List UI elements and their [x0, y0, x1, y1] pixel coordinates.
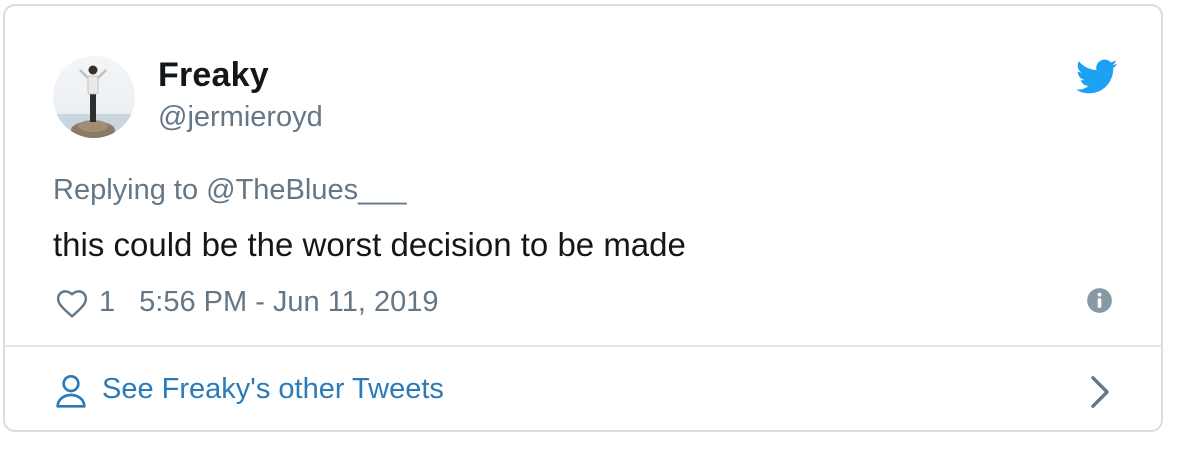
like-count: 1: [99, 285, 116, 318]
see-other-tweets-button[interactable]: See Freaky's other Tweets: [5, 347, 1161, 432]
see-other-tweets-link[interactable]: See Freaky's other Tweets: [102, 373, 444, 406]
tweet-timestamp[interactable]: 5:56 PM - Jun 11, 2019: [139, 286, 438, 319]
person-icon: [56, 375, 86, 408]
avatar[interactable]: [53, 56, 135, 138]
info-icon[interactable]: [1086, 287, 1113, 314]
twitter-bird-icon[interactable]: [1076, 59, 1118, 95]
tweet-card: Freaky @jermieroyd Replying to @TheBlues…: [3, 4, 1163, 432]
tweet-text: this could be the worst decision to be m…: [53, 226, 686, 263]
author-name[interactable]: Freaky: [158, 56, 269, 95]
heart-icon[interactable]: [53, 285, 91, 319]
tweet-meta: 1 5:56 PM - Jun 11, 2019: [53, 282, 438, 322]
chevron-right-icon[interactable]: [1089, 375, 1111, 409]
author-handle[interactable]: @jermieroyd: [158, 101, 323, 134]
replying-to-text[interactable]: Replying to @TheBlues___: [53, 174, 406, 207]
avatar-image: [53, 65, 135, 138]
